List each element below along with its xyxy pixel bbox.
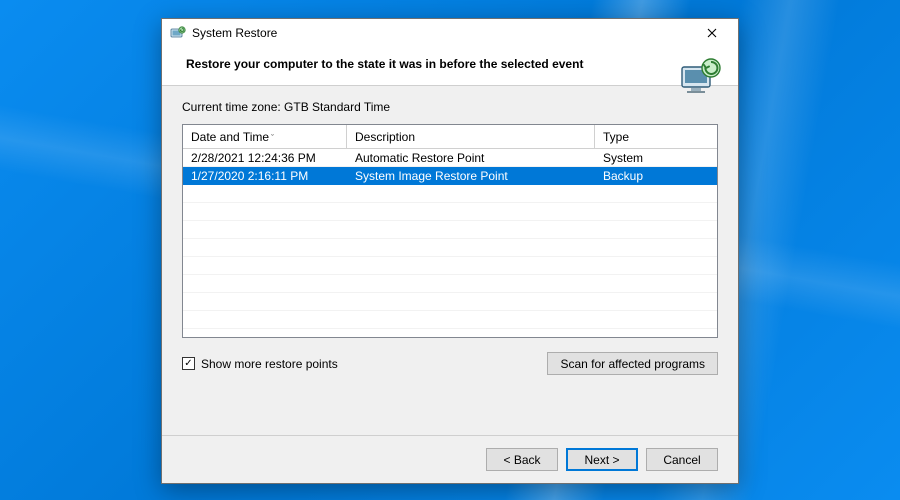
window-title: System Restore (192, 26, 692, 40)
table-row[interactable]: 1/27/2020 2:16:11 PMSystem Image Restore… (183, 167, 717, 185)
below-table-row: ✓ Show more restore points Scan for affe… (182, 352, 718, 375)
page-heading: Restore your computer to the state it wa… (186, 57, 668, 71)
checkbox-box: ✓ (182, 357, 195, 370)
table-row-empty (183, 329, 717, 337)
show-more-checkbox-label: Show more restore points (201, 357, 338, 371)
column-header-date[interactable]: Date and Time ˇ (183, 125, 347, 148)
header-strip: Restore your computer to the state it wa… (162, 47, 738, 85)
cell-description: Automatic Restore Point (347, 151, 595, 165)
cell-date: 1/27/2020 2:16:11 PM (183, 169, 347, 183)
cell-date: 2/28/2021 12:24:36 PM (183, 151, 347, 165)
table-row-empty (183, 311, 717, 329)
table-body: 2/28/2021 12:24:36 PMAutomatic Restore P… (183, 149, 717, 337)
cell-description: System Image Restore Point (347, 169, 595, 183)
table-row-empty (183, 257, 717, 275)
column-header-description[interactable]: Description (347, 125, 595, 148)
cell-type: Backup (595, 169, 717, 183)
restore-points-table: Date and Time ˇ Description Type 2/28/20… (182, 124, 718, 338)
back-button[interactable]: < Back (486, 448, 558, 471)
cancel-button[interactable]: Cancel (646, 448, 718, 471)
restore-graphic-icon (678, 55, 722, 99)
system-restore-dialog: System Restore Restore your computer to … (161, 18, 739, 484)
table-row-empty (183, 221, 717, 239)
system-restore-icon (170, 25, 186, 41)
column-header-date-label: Date and Time (191, 130, 269, 144)
column-header-description-label: Description (355, 130, 415, 144)
dialog-body: Current time zone: GTB Standard Time Dat… (162, 86, 738, 435)
table-row-empty (183, 293, 717, 311)
sort-caret-icon: ˇ (271, 133, 274, 143)
table-row[interactable]: 2/28/2021 12:24:36 PMAutomatic Restore P… (183, 149, 717, 167)
titlebar: System Restore (162, 19, 738, 47)
table-row-empty (183, 239, 717, 257)
dialog-footer: < Back Next > Cancel (162, 435, 738, 483)
table-header: Date and Time ˇ Description Type (183, 125, 717, 149)
table-row-empty (183, 203, 717, 221)
next-button[interactable]: Next > (566, 448, 638, 471)
column-header-type-label: Type (603, 130, 629, 144)
column-header-type[interactable]: Type (595, 125, 717, 148)
scan-affected-programs-button[interactable]: Scan for affected programs (547, 352, 718, 375)
close-button[interactable] (692, 22, 732, 44)
table-row-empty (183, 275, 717, 293)
timezone-label: Current time zone: GTB Standard Time (182, 100, 718, 114)
cell-type: System (595, 151, 717, 165)
show-more-checkbox[interactable]: ✓ Show more restore points (182, 357, 338, 371)
table-row-empty (183, 185, 717, 203)
